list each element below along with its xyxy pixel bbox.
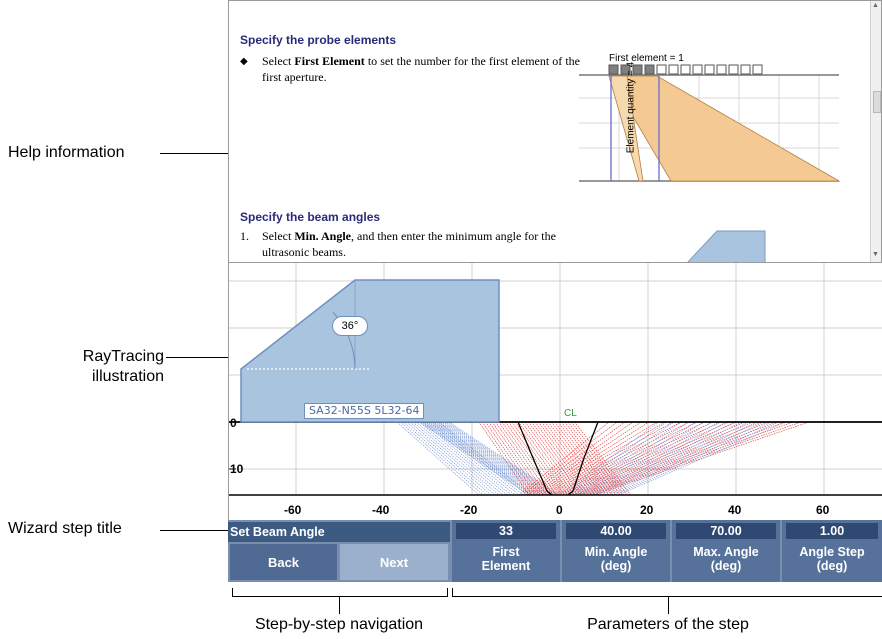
leader-line-navigation — [339, 596, 340, 614]
x-tick-20: 20 — [640, 503, 654, 517]
x-tick-0: 0 — [556, 503, 563, 517]
beam-angle-figure-partial — [687, 230, 766, 262]
probe-wedge[interactable] — [240, 279, 500, 423]
param-max-angle-label1: Max. Angle — [693, 545, 759, 559]
param-angle-step-label1: Angle Step — [799, 545, 865, 559]
ray-line — [618, 421, 787, 496]
help-p1-pre: Select — [262, 54, 295, 68]
leader-line-help — [160, 153, 228, 154]
help-paragraph-first-element: Select First Element to set the number f… — [262, 53, 580, 85]
centerline-label: CL — [564, 408, 577, 419]
param-first-element-label2: Element — [481, 559, 531, 573]
help-p2-bold: Min. Angle — [294, 229, 351, 243]
param-min-angle-value[interactable]: 40.00 — [566, 523, 666, 539]
param-angle-step-label2: (deg) — [816, 559, 848, 573]
leader-line-wizard — [160, 530, 228, 531]
ray-line — [498, 421, 551, 496]
help-heading-probe-elements: Specify the probe elements — [240, 33, 397, 47]
param-first-element-label1: First — [492, 545, 520, 559]
callout-help-information: Help information — [8, 144, 125, 161]
wizard-bar: Set Beam Angle Back Next 33 First Elemen… — [228, 520, 882, 582]
x-tick-minus60: -60 — [284, 503, 302, 517]
ray-line — [485, 421, 537, 496]
depth-tick-0: 0 — [230, 416, 237, 430]
probe-elements-figure — [579, 64, 841, 182]
callout-navigation: Step-by-step navigation — [254, 616, 424, 633]
ray-line — [505, 421, 558, 496]
help-heading-beam-angles: Specify the beam angles — [240, 210, 381, 224]
help-panel: Specify the probe elements ◆ Select Firs… — [228, 0, 882, 263]
help-fig-vertical-label: Element quantity = 4 — [625, 61, 637, 154]
bracket-parameters — [452, 588, 882, 597]
help-bullet: ◆ — [240, 56, 248, 67]
ray-line — [418, 421, 530, 496]
ray-line — [438, 421, 550, 496]
ray-line — [593, 421, 810, 496]
ray-line — [614, 421, 780, 496]
callout-wizard-step-title: Wizard step title — [8, 520, 122, 537]
x-tick-40: 40 — [728, 503, 742, 517]
callout-raytracing-line1: RayTracing — [82, 348, 164, 365]
next-button[interactable]: Next — [340, 544, 448, 580]
leader-line-parameters — [668, 596, 669, 614]
leader-line-raytracing — [166, 357, 228, 358]
probe-label: SA32-N55S 5L32-64 — [304, 403, 425, 419]
help-paragraph-min-angle: Select Min. Angle, and then enter the mi… — [262, 228, 592, 260]
ray-line — [436, 421, 548, 496]
ray-line — [560, 421, 722, 496]
angle-label: 36° — [332, 316, 368, 336]
param-min-angle[interactable]: 40.00 Min. Angle (deg) — [562, 520, 670, 582]
depth-tick-10: 10 — [230, 462, 244, 476]
ray-line — [554, 421, 706, 496]
x-tick-60: 60 — [816, 503, 830, 517]
param-max-angle[interactable]: 70.00 Max. Angle (deg) — [672, 520, 780, 582]
help-p1-bold: First Element — [294, 54, 365, 68]
param-max-angle-value[interactable]: 70.00 — [676, 523, 776, 539]
bracket-navigation — [232, 588, 448, 597]
help-step-number: 1. — [240, 229, 249, 243]
beam-area — [608, 75, 841, 182]
ray-line — [590, 421, 727, 496]
help-p2-pre: Select — [262, 229, 295, 243]
callout-parameters: Parameters of the step — [587, 616, 749, 633]
scroll-down-icon[interactable]: ▼ — [872, 251, 879, 258]
param-first-element-value[interactable]: 33 — [456, 523, 556, 539]
x-tick-minus40: -40 — [372, 503, 390, 517]
param-first-element[interactable]: 33 First Element — [452, 520, 560, 582]
scroll-thumb[interactable] — [873, 91, 881, 113]
param-max-angle-label2: (deg) — [710, 559, 742, 573]
param-angle-step-value[interactable]: 1.00 — [786, 523, 878, 539]
raytracing-canvas — [229, 263, 882, 496]
param-min-angle-label2: (deg) — [600, 559, 632, 573]
ray-line — [572, 421, 754, 496]
x-tick-minus20: -20 — [460, 503, 478, 517]
ray-line — [541, 421, 596, 496]
param-angle-step[interactable]: 1.00 Angle Step (deg) — [782, 520, 882, 582]
help-scrollbar[interactable]: ▲ ▼ — [870, 1, 881, 262]
ray-line — [501, 421, 554, 496]
ray-line — [604, 421, 757, 496]
ray-line — [576, 421, 697, 496]
param-min-angle-label1: Min. Angle — [584, 545, 648, 559]
ray-line — [420, 421, 532, 496]
ray-line — [440, 421, 552, 496]
scroll-up-icon[interactable]: ▲ — [872, 2, 879, 9]
wizard-step-title: Set Beam Angle — [228, 522, 450, 542]
ray-line — [590, 421, 802, 496]
ray-beams — [396, 421, 810, 496]
callout-raytracing: RayTracing illustration — [38, 347, 164, 387]
back-button[interactable]: Back — [230, 544, 337, 580]
callout-raytracing-line2: illustration — [91, 368, 164, 385]
raytracing-illustration: 36° SA32-N55S 5L32-64 CL 0 10 -60 -40 -2… — [228, 263, 882, 520]
